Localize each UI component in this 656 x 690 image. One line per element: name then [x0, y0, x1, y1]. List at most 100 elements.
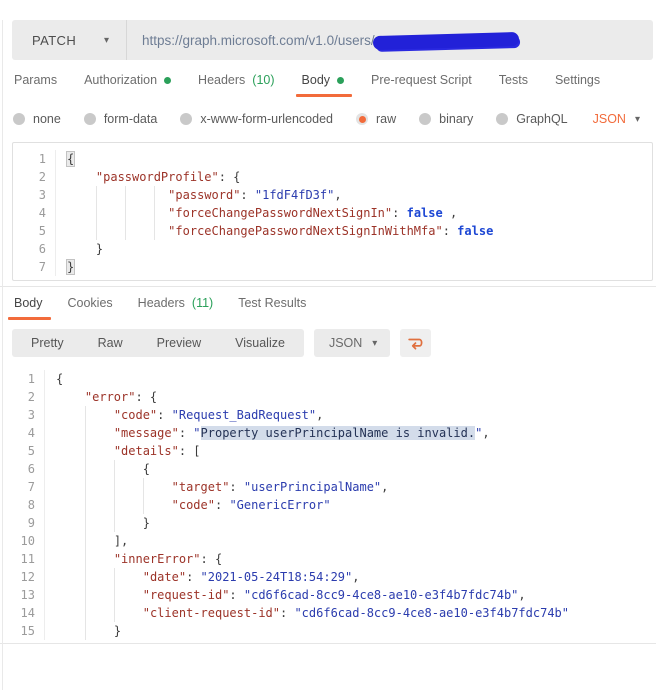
code-token: : — [392, 206, 407, 220]
response-tab-headers[interactable]: Headers (11) — [138, 296, 214, 320]
radio-dot-icon — [83, 113, 96, 125]
code-token: "date" — [142, 570, 187, 584]
code-token: false — [457, 224, 494, 238]
body-language-selector[interactable]: JSON ▾ — [593, 112, 640, 126]
method-dropdown[interactable]: PATCH ▾ — [12, 20, 127, 60]
indent-guide — [85, 424, 114, 442]
indent-guide — [96, 204, 125, 222]
code-line: 8 "code": "GenericError" — [0, 496, 656, 514]
response-tab-body[interactable]: Body — [8, 296, 50, 320]
code-line: 5 "forceChangePasswordNextSignInWithMfa"… — [13, 222, 652, 240]
indent-guide — [114, 514, 143, 532]
tab-params[interactable]: Params — [14, 73, 57, 97]
indent-guide — [56, 478, 85, 496]
view-pretty[interactable]: Pretty — [14, 329, 81, 357]
radio-x-www-form-urlencoded[interactable]: x-www-form-urlencoded — [180, 112, 333, 126]
code-line: 6 } — [13, 240, 652, 258]
code-line-content: "date": "2021-05-24T18:54:29", — [45, 568, 360, 586]
code-line-content: "passwordProfile": { — [56, 168, 241, 186]
code-token: "cd6f6cad-8cc9-4ce8-ae10-e3f4b7fdc74b" — [243, 588, 519, 602]
response-body-editor[interactable]: 1{2 "error": {3 "code": "Request_BadRequ… — [0, 368, 656, 640]
code-token: "1fdF4fD3f" — [254, 188, 335, 202]
line-number: 7 — [13, 258, 56, 276]
indent-guide — [114, 604, 143, 622]
request-tabs: Params Authorization Headers (10) Body Pre-re… — [0, 73, 656, 97]
code-token: false — [406, 206, 443, 220]
radio-none[interactable]: none — [13, 112, 61, 126]
code-line-content: } — [56, 240, 103, 258]
tab-body[interactable]: Body — [295, 73, 352, 97]
response-body-code: 1{2 "error": {3 "code": "Request_BadRequ… — [0, 370, 656, 640]
line-number: 11 — [0, 550, 45, 568]
code-token: , — [518, 588, 526, 602]
radio-dot-icon — [180, 113, 193, 125]
code-token: } — [113, 624, 122, 638]
line-number: 6 — [0, 460, 45, 478]
tab-tests[interactable]: Tests — [499, 73, 528, 97]
code-token: "userPrincipalName" — [243, 480, 382, 494]
indent-guide — [56, 424, 85, 442]
radio-dot-icon — [419, 113, 432, 125]
view-preview[interactable]: Preview — [140, 329, 218, 357]
line-number: 9 — [0, 514, 45, 532]
view-visualize[interactable]: Visualize — [218, 329, 302, 357]
panel-left-border — [2, 20, 3, 690]
code-token: } — [67, 260, 75, 274]
request-url-bar: PATCH ▾ https://graph.microsoft.com/v1.0… — [12, 20, 653, 60]
code-token: : [ — [178, 444, 201, 458]
indent-guide — [85, 550, 114, 568]
response-tab-test-results[interactable]: Test Results — [238, 296, 306, 320]
code-token: : — [214, 498, 230, 512]
radio-form-data[interactable]: form-data — [83, 112, 157, 126]
code-token: , — [482, 426, 490, 440]
line-number: 15 — [0, 622, 45, 640]
code-line-content: "message": "Property userPrincipalName i… — [45, 424, 490, 442]
code-line-content: "error": { — [45, 388, 157, 406]
bottom-divider — [0, 643, 656, 644]
code-token: } — [95, 242, 104, 256]
green-dot-icon — [337, 76, 345, 84]
code-token: "Request_BadRequest" — [171, 408, 317, 422]
redaction-scribble — [372, 31, 519, 51]
tab-pre-request-script[interactable]: Pre-request Script — [371, 73, 472, 97]
indent-guide — [114, 460, 143, 478]
code-line: 2 "passwordProfile": { — [13, 168, 652, 186]
request-body-editor[interactable]: 1{2 "passwordProfile": {3 "password": "1… — [12, 142, 653, 281]
radio-binary[interactable]: binary — [419, 112, 473, 126]
radio-graphql[interactable]: GraphQL — [496, 112, 568, 126]
code-token: : — [157, 408, 172, 422]
url-input[interactable]: https://graph.microsoft.com/v1.0/users/ — [127, 20, 653, 60]
radio-raw[interactable]: raw — [356, 112, 396, 126]
response-language-selector[interactable]: JSON ▾ — [313, 329, 391, 357]
code-token: : — [442, 224, 458, 238]
response-tab-cookies[interactable]: Cookies — [68, 296, 113, 320]
wrap-lines-button[interactable] — [400, 329, 432, 357]
indent-guide — [125, 186, 154, 204]
code-line-content: "request-id": "cd6f6cad-8cc9-4ce8-ae10-e… — [45, 586, 526, 604]
indent-guide — [56, 442, 85, 460]
indent-guide — [56, 550, 85, 568]
line-number: 4 — [13, 204, 56, 222]
code-token: "error" — [84, 390, 136, 404]
code-line-content: { — [56, 150, 75, 168]
radio-dot-icon — [356, 113, 368, 125]
tab-authorization[interactable]: Authorization — [84, 73, 172, 97]
code-line-content: "details": [ — [45, 442, 201, 460]
tab-headers-label: Headers — [198, 73, 246, 87]
code-line-content: { — [45, 460, 150, 478]
code-token: "innerError" — [113, 552, 201, 566]
code-line-content: } — [56, 258, 75, 276]
code-line: 1{ — [13, 150, 652, 168]
code-line: 13 "request-id": "cd6f6cad-8cc9-4ce8-ae1… — [0, 586, 656, 604]
tab-headers[interactable]: Headers (10) — [198, 73, 274, 97]
code-line: 15 } — [0, 622, 656, 640]
code-token: : { — [135, 390, 158, 404]
code-token: "message" — [113, 426, 179, 440]
code-token: : — [280, 606, 295, 620]
line-number: 3 — [13, 186, 56, 204]
code-token: { — [67, 152, 75, 166]
code-line: 10 ], — [0, 532, 656, 550]
tab-settings[interactable]: Settings — [555, 73, 600, 97]
view-raw[interactable]: Raw — [81, 329, 140, 357]
indent-guide — [67, 168, 96, 186]
